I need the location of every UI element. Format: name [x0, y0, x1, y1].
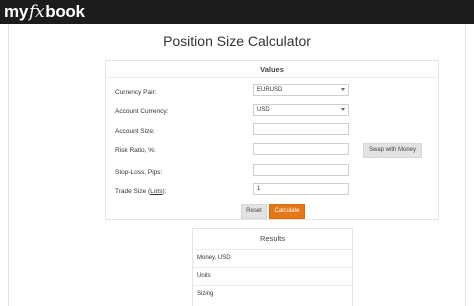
values-divider: [106, 77, 438, 78]
account-currency-value: USD: [257, 107, 270, 113]
values-panel: Values Currency Pair: EURUSD Account Cur…: [105, 60, 439, 220]
stop-loss-input[interactable]: [253, 164, 349, 176]
currency-pair-label: Currency Pair:: [115, 89, 157, 96]
results-row-money: Money, USD: [193, 249, 352, 267]
results-panel: Results Money, USD Units Sizing: [192, 228, 353, 306]
swap-with-money-button[interactable]: Swap with Money: [363, 143, 422, 158]
lots-link[interactable]: Lots: [150, 188, 162, 195]
account-currency-label: Account Currency:: [115, 108, 169, 115]
chevron-down-icon: [341, 108, 345, 111]
stop-loss-label: Stop-Loss, Pips:: [115, 169, 163, 176]
trade-size-input[interactable]: 1: [253, 183, 349, 195]
account-currency-select[interactable]: USD: [253, 104, 349, 116]
myfxbook-logo[interactable]: my fx book: [4, 1, 85, 23]
page-title: Position Size Calculator: [163, 33, 311, 49]
account-size-label: Account Size:: [115, 128, 155, 135]
risk-ratio-input[interactable]: [253, 143, 349, 155]
trade-size-label-suffix: ):: [162, 188, 167, 195]
logo-text-fx: fx: [28, 2, 45, 22]
logo-text-my: my: [4, 2, 28, 21]
trade-size-label: Trade Size (Lots):: [115, 188, 166, 195]
chevron-down-icon: [341, 88, 345, 91]
currency-pair-select[interactable]: EURUSD: [253, 84, 349, 96]
top-navbar: my fx book: [0, 0, 474, 24]
account-size-input[interactable]: [253, 123, 349, 135]
calculate-button[interactable]: Calculate: [269, 204, 305, 219]
logo-text-book: book: [45, 2, 85, 21]
reset-button[interactable]: Reset: [241, 204, 267, 219]
results-row-units: Units: [193, 267, 352, 285]
results-header: Results: [259, 234, 285, 243]
risk-ratio-label: Risk Ratio, %:: [115, 147, 156, 154]
results-row-sizing: Sizing: [193, 285, 352, 303]
currency-pair-value: EURUSD: [257, 87, 283, 93]
values-header: Values: [260, 65, 284, 74]
trade-size-label-prefix: Trade Size (: [115, 188, 151, 195]
